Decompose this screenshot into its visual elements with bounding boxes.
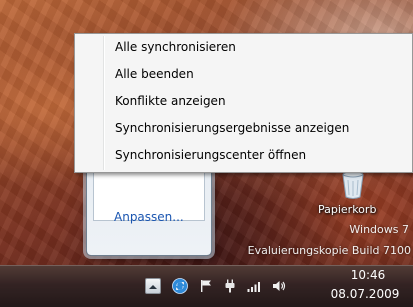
windows-watermark-line1: Windows 7 xyxy=(349,223,409,236)
show-hidden-icons-button[interactable] xyxy=(145,278,161,294)
recycle-bin-icon[interactable] xyxy=(340,170,366,200)
menu-item-show-conflicts[interactable]: Konflikte anzeigen xyxy=(115,89,226,113)
sync-center-context-menu: Alle synchronisieren Alle beenden Konfli… xyxy=(74,33,413,173)
sync-center-icon[interactable] xyxy=(172,278,188,294)
windows-watermark-line2: Evaluierungskopie Build 7100 xyxy=(247,244,411,257)
volume-icon[interactable] xyxy=(271,278,287,294)
chevron-up-icon xyxy=(149,285,157,289)
flyout-footer xyxy=(93,225,205,249)
menu-gutter xyxy=(103,36,105,170)
action-center-flag-icon[interactable] xyxy=(198,278,214,294)
menu-item-open-sync-center[interactable]: Synchronisierungscenter öffnen xyxy=(115,143,306,167)
menu-item-sync-all[interactable]: Alle synchronisieren xyxy=(115,35,236,59)
menu-item-end-all[interactable]: Alle beenden xyxy=(115,62,194,86)
network-signal-icon[interactable] xyxy=(246,278,262,294)
clock-time[interactable]: 10:46 xyxy=(343,268,393,282)
clock-date[interactable]: 08.07.2009 xyxy=(327,287,403,301)
recycle-bin-label[interactable]: Papierkorb xyxy=(318,203,376,216)
customize-link[interactable]: Anpassen... xyxy=(114,210,184,224)
menu-item-show-sync-results[interactable]: Synchronisierungsergebnisse anzeigen xyxy=(115,116,349,140)
power-plug-icon[interactable] xyxy=(222,278,238,294)
